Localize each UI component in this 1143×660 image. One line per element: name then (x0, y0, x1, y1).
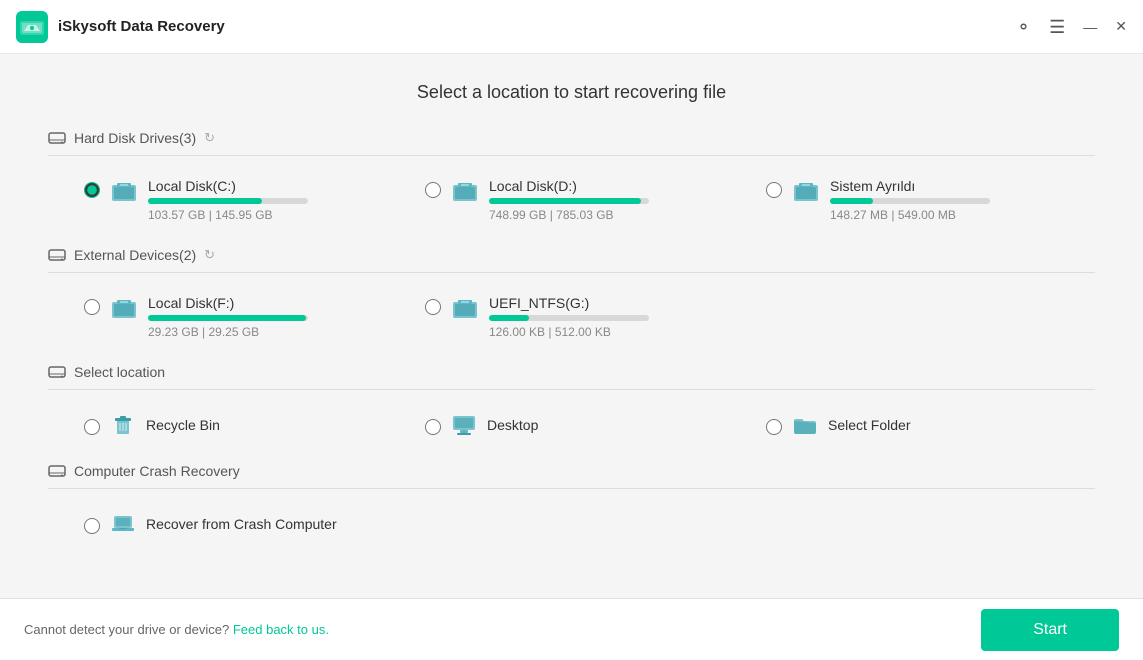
drive-size-f: 29.23 GB | 29.25 GB (148, 325, 401, 339)
location-radio-desktop[interactable] (425, 419, 441, 435)
recyclebin-icon (110, 412, 136, 438)
folder-icon (792, 412, 818, 438)
location-radio-recyclebin[interactable] (84, 419, 100, 435)
crash-recovery-header: Computer Crash Recovery (48, 462, 1095, 489)
drive-radio-f[interactable] (84, 299, 100, 315)
minimize-button[interactable]: — (1083, 19, 1097, 35)
page-title: Select a location to start recovering fi… (48, 82, 1095, 103)
drive-progress-fill-c (148, 198, 262, 204)
drive-name-f: Local Disk(F:) (148, 295, 401, 311)
hard-disk-header: Hard Disk Drives(3) ↻ (48, 129, 1095, 156)
drive-item-f[interactable]: Local Disk(F:) 29.23 GB | 29.25 GB (72, 287, 413, 347)
drive-size-d: 748.99 GB | 785.03 GB (489, 208, 742, 222)
menu-icon[interactable]: ☰ (1049, 18, 1065, 36)
drive-progress-bg-g (489, 315, 649, 321)
footer-text: Cannot detect your drive or device? (24, 622, 229, 637)
window-controls: ⚬ ☰ — ✕ (1016, 18, 1127, 36)
drive-icon-c (110, 178, 138, 206)
location-name-crash: Recover from Crash Computer (146, 516, 337, 532)
drive-radio-g[interactable] (425, 299, 441, 315)
select-location-section: Select location Recycle Bin (48, 363, 1095, 446)
location-name-desktop: Desktop (487, 417, 538, 433)
drive-radio-sistem[interactable] (766, 182, 782, 198)
drive-item-d[interactable]: Local Disk(D:) 748.99 GB | 785.03 GB (413, 170, 754, 230)
drive-info-d: Local Disk(D:) 748.99 GB | 785.03 GB (489, 178, 742, 222)
drive-progress-fill-g (489, 315, 529, 321)
drive-info-g: UEFI_NTFS(G:) 126.00 KB | 512.00 KB (489, 295, 742, 339)
drive-icon-g (451, 295, 479, 323)
crash-recovery-section: Computer Crash Recovery Recover from Cra… (48, 462, 1095, 545)
external-devices-header: External Devices(2) ↻ (48, 246, 1095, 273)
crash-recovery-label: Computer Crash Recovery (74, 463, 240, 479)
hard-disk-label: Hard Disk Drives(3) (74, 130, 196, 146)
location-radio-crash[interactable] (84, 518, 100, 534)
location-radio-folder[interactable] (766, 419, 782, 435)
ext-section-icon (48, 246, 66, 264)
footer: Cannot detect your drive or device? Feed… (0, 598, 1143, 660)
hard-disk-grid: Local Disk(C:) 103.57 GB | 145.95 GB (48, 170, 1095, 230)
footer-message: Cannot detect your drive or device? Feed… (24, 622, 329, 637)
drive-progress-bg-d (489, 198, 649, 204)
drive-name-d: Local Disk(D:) (489, 178, 742, 194)
drive-info-f: Local Disk(F:) 29.23 GB | 29.25 GB (148, 295, 401, 339)
start-button[interactable]: Start (981, 609, 1119, 651)
drive-icon-d (451, 178, 479, 206)
crash-section-icon (48, 462, 66, 480)
location-item-recyclebin[interactable]: Recycle Bin (72, 404, 413, 446)
location-grid: Recycle Bin Desktop Se (48, 404, 1095, 446)
drive-info-sistem: Sistem Ayrıldı 148.27 MB | 549.00 MB (830, 178, 1083, 222)
external-devices-refresh[interactable]: ↻ (204, 247, 215, 263)
drive-item-sistem[interactable]: Sistem Ayrıldı 148.27 MB | 549.00 MB (754, 170, 1095, 230)
location-item-folder[interactable]: Select Folder (754, 404, 1095, 446)
drive-size-g: 126.00 KB | 512.00 KB (489, 325, 742, 339)
hdd-section-icon (48, 129, 66, 147)
location-name-recyclebin: Recycle Bin (146, 417, 220, 433)
drive-progress-fill-sistem (830, 198, 873, 204)
drive-progress-bg-f (148, 315, 308, 321)
titlebar: iSkysoft Data Recovery ⚬ ☰ — ✕ (0, 0, 1143, 54)
drive-info-c: Local Disk(C:) 103.57 GB | 145.95 GB (148, 178, 401, 222)
laptop-icon (110, 511, 136, 537)
drive-icon-f (110, 295, 138, 323)
location-item-desktop[interactable]: Desktop (413, 404, 754, 446)
desktop-icon (451, 412, 477, 438)
drive-item-c[interactable]: Local Disk(C:) 103.57 GB | 145.95 GB (72, 170, 413, 230)
select-location-label: Select location (74, 364, 165, 380)
drive-name-sistem: Sistem Ayrıldı (830, 178, 1083, 194)
user-icon[interactable]: ⚬ (1016, 18, 1031, 36)
select-location-header: Select location (48, 363, 1095, 390)
main-content: Select a location to start recovering fi… (0, 54, 1143, 598)
footer-link[interactable]: Feed back to us. (233, 622, 329, 637)
drive-progress-fill-d (489, 198, 641, 204)
app-logo (16, 11, 48, 43)
drive-name-g: UEFI_NTFS(G:) (489, 295, 742, 311)
external-devices-grid: Local Disk(F:) 29.23 GB | 29.25 GB (48, 287, 1095, 347)
loc-section-icon (48, 363, 66, 381)
drive-item-g[interactable]: UEFI_NTFS(G:) 126.00 KB | 512.00 KB (413, 287, 754, 347)
drive-size-sistem: 148.27 MB | 549.00 MB (830, 208, 1083, 222)
app-title: iSkysoft Data Recovery (58, 18, 1016, 35)
drive-progress-bg-c (148, 198, 308, 204)
drive-radio-d[interactable] (425, 182, 441, 198)
drive-progress-fill-f (148, 315, 306, 321)
close-button[interactable]: ✕ (1115, 18, 1127, 35)
drive-size-c: 103.57 GB | 145.95 GB (148, 208, 401, 222)
drive-icon-sistem (792, 178, 820, 206)
crash-recovery-grid: Recover from Crash Computer (48, 503, 1095, 545)
hard-disk-refresh[interactable]: ↻ (204, 130, 215, 146)
external-devices-label: External Devices(2) (74, 247, 196, 263)
external-devices-section: External Devices(2) ↻ Local Disk(F:) (48, 246, 1095, 347)
hard-disk-section: Hard Disk Drives(3) ↻ Local Disk(C:) (48, 129, 1095, 230)
drive-radio-c[interactable] (84, 182, 100, 198)
drive-progress-bg-sistem (830, 198, 990, 204)
location-name-folder: Select Folder (828, 417, 910, 433)
drive-name-c: Local Disk(C:) (148, 178, 401, 194)
location-item-crash[interactable]: Recover from Crash Computer (72, 503, 413, 545)
